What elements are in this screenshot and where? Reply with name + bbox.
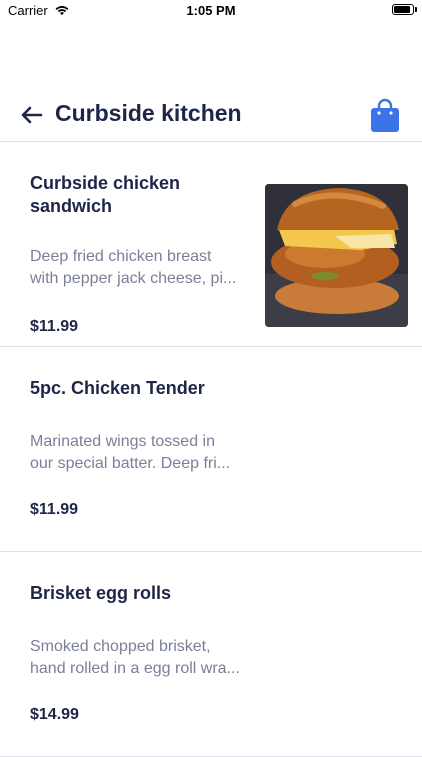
item-description-line: hand rolled in a egg roll wra... (30, 660, 240, 677)
status-time: 1:05 PM (186, 3, 236, 18)
item-price: $11.99 (30, 318, 79, 335)
battery-icon (392, 4, 417, 15)
status-bar: Carrier 1:05 PM (0, 0, 422, 22)
item-description-line: with pepper jack cheese, pi... (30, 270, 237, 287)
item-description-line: our special batter. Deep fri... (30, 455, 231, 472)
sandwich-image (265, 184, 408, 327)
chicken-sandwich-photo[interactable] (265, 184, 408, 327)
header: Curbside kitchen (0, 22, 422, 142)
item-description-line: Deep fried chicken breast (30, 248, 212, 265)
menu-item[interactable]: Curbside chicken sandwich Deep fried chi… (0, 142, 422, 347)
item-description: Deep fried chicken breast with pepper ja… (30, 246, 256, 290)
shopping-bag-icon[interactable] (370, 97, 400, 133)
item-price: $14.99 (30, 706, 79, 723)
status-right (392, 4, 417, 15)
item-description-line: Smoked chopped brisket, (30, 638, 211, 655)
menu-item[interactable]: Brisket egg rolls Smoked chopped brisket… (0, 552, 422, 757)
page-title: Curbside kitchen (55, 100, 242, 126)
item-description: Marinated wings tossed in our special ba… (30, 431, 256, 475)
item-name: 5pc. Chicken Tender (30, 378, 205, 398)
item-description-line: Marinated wings tossed in (30, 433, 215, 450)
item-price: $11.99 (30, 501, 79, 518)
item-description: Smoked chopped brisket, hand rolled in a… (30, 636, 256, 680)
item-name: Curbside chicken sandwich (30, 173, 181, 216)
menu-item[interactable]: 5pc. Chicken Tender Marinated wings toss… (0, 347, 422, 552)
item-name: Brisket egg rolls (30, 583, 172, 603)
back-arrow-icon[interactable] (20, 103, 44, 127)
